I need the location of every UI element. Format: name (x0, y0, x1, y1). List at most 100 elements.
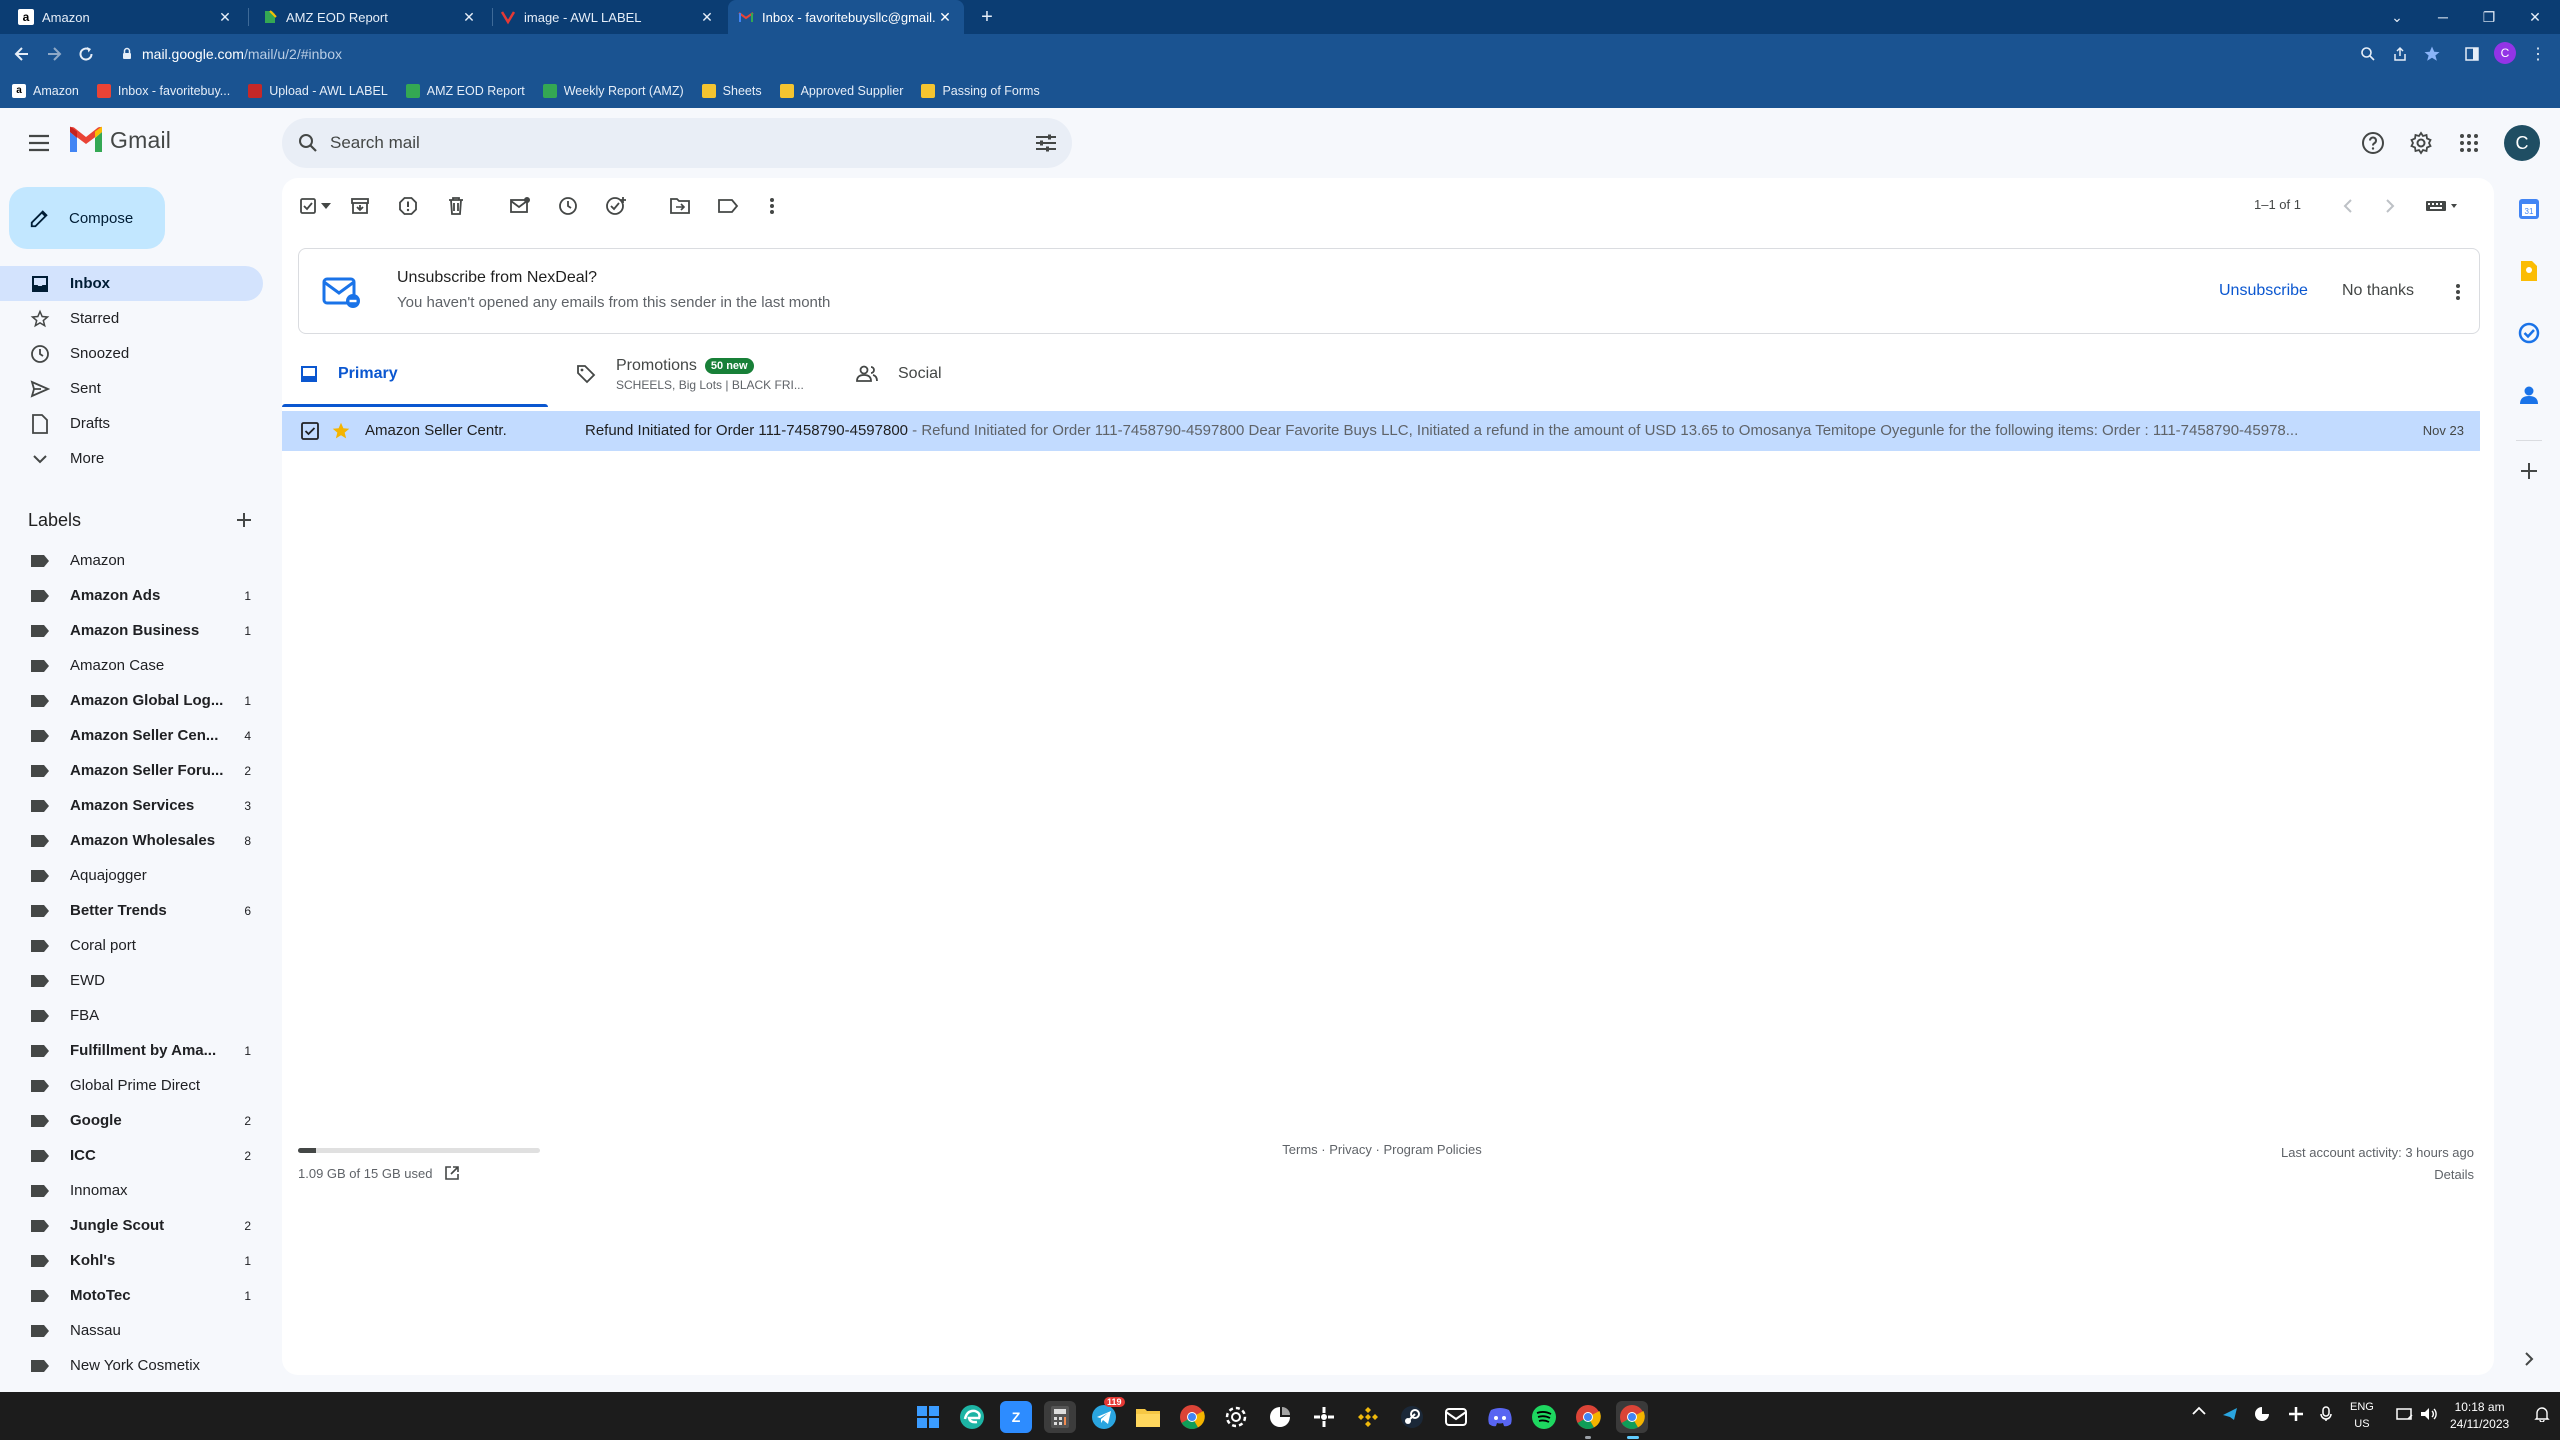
select-dropdown-icon[interactable] (318, 190, 334, 222)
steam-icon[interactable] (1396, 1401, 1428, 1433)
unsubscribe-button[interactable]: Unsubscribe (2219, 282, 2308, 300)
label-item[interactable]: FBA (0, 998, 265, 1033)
url-field[interactable]: mail.google.com/mail/u/2/#inbox (116, 39, 2456, 69)
bookmark-folder-approved-supplier[interactable]: Approved Supplier (779, 84, 903, 98)
move-to-icon[interactable] (664, 190, 696, 222)
back-icon[interactable] (8, 40, 36, 68)
input-language[interactable]: ENG US (2350, 1399, 2374, 1433)
newer-chevron-left-icon[interactable] (2332, 190, 2364, 222)
tray-app-icon[interactable] (2222, 1406, 2238, 1422)
browser-tab-eod-report[interactable]: AMZ EOD Report ✕ (252, 0, 488, 34)
label-item[interactable]: Amazon (0, 543, 265, 578)
tray-overflow-icon[interactable] (2192, 1406, 2206, 1416)
privacy-link[interactable]: Privacy (1329, 1142, 1372, 1157)
main-menu-icon[interactable] (15, 119, 63, 167)
microphone-icon[interactable] (2320, 1406, 2332, 1422)
expand-panel-icon[interactable] (2512, 1342, 2546, 1376)
chrome-icon[interactable] (1572, 1401, 1604, 1433)
label-item[interactable]: Global Prime Direct (0, 1068, 265, 1103)
support-icon[interactable] (2349, 119, 2397, 167)
browser-tab-inbox[interactable]: Inbox - favoritebuysllc@gmail.c ✕ (728, 0, 964, 34)
tasks-icon[interactable] (2512, 316, 2546, 350)
bookmark-amazon[interactable]: a Amazon (12, 84, 79, 98)
close-icon[interactable]: ✕ (460, 9, 478, 26)
nav-item-snoozed[interactable]: Snoozed (0, 336, 263, 371)
bookmark-upload-awl[interactable]: Upload - AWL LABEL (248, 84, 388, 98)
label-item[interactable]: Innomax (0, 1173, 265, 1208)
app-icon[interactable] (1440, 1401, 1472, 1433)
notification-bell-icon[interactable] (2534, 1406, 2550, 1422)
bookmark-eod-report[interactable]: AMZ EOD Report (405, 84, 525, 98)
compose-button[interactable]: Compose (9, 187, 165, 249)
new-tab-button[interactable]: + (970, 0, 1004, 34)
nav-item-inbox[interactable]: Inbox (0, 266, 263, 301)
nav-item-starred[interactable]: Starred (0, 301, 263, 336)
label-icon[interactable] (712, 190, 744, 222)
banner-more-icon[interactable] (2443, 277, 2473, 307)
reload-icon[interactable] (72, 40, 100, 68)
label-item[interactable]: Aquajogger (0, 858, 265, 893)
window-close-icon[interactable]: ✕ (2512, 0, 2558, 34)
report-spam-icon[interactable] (392, 190, 424, 222)
account-avatar[interactable]: C (2504, 125, 2540, 161)
label-item[interactable]: EWD (0, 963, 265, 998)
open-external-icon[interactable] (444, 1165, 460, 1181)
telegram-icon[interactable]: 119 (1088, 1397, 1125, 1433)
start-icon[interactable] (912, 1401, 944, 1433)
chrome-menu-icon[interactable]: ⋮ (2526, 42, 2550, 66)
profile-avatar-icon[interactable]: C (2494, 42, 2516, 64)
chrome-icon[interactable] (1616, 1401, 1648, 1433)
bookmark-weekly-report[interactable]: Weekly Report (AMZ) (542, 84, 684, 98)
close-icon[interactable]: ✕ (216, 9, 234, 26)
chrome-icon[interactable] (1176, 1401, 1208, 1433)
tab-promotions[interactable]: Promotions 50 new SCHEELS, Big Lots | BL… (576, 346, 836, 402)
tray-app-icon[interactable] (2254, 1406, 2270, 1422)
label-item[interactable]: Kohl's 1 (0, 1243, 265, 1278)
zoom-app-icon[interactable]: Z (1000, 1401, 1032, 1433)
add-to-tasks-icon[interactable] (600, 190, 632, 222)
label-item[interactable]: Nassau (0, 1313, 265, 1348)
contacts-icon[interactable] (2512, 378, 2546, 412)
binance-icon[interactable] (1352, 1401, 1384, 1433)
apps-grid-icon[interactable] (2445, 119, 2493, 167)
details-link[interactable]: Details (2281, 1164, 2474, 1186)
minimize-icon[interactable]: ─ (2420, 0, 2466, 34)
label-item[interactable]: Amazon Seller Foru... 2 (0, 753, 265, 788)
settings-icon[interactable] (1220, 1401, 1252, 1433)
label-item[interactable]: Amazon Services 3 (0, 788, 265, 823)
bookmark-folder-passing-of-forms[interactable]: Passing of Forms (921, 84, 1040, 98)
bookmark-folder-sheets[interactable]: Sheets (701, 84, 762, 98)
label-item[interactable]: ICC 2 (0, 1138, 265, 1173)
delete-icon[interactable] (440, 190, 472, 222)
restore-icon[interactable]: ❐ (2466, 0, 2512, 34)
select-all-checkbox[interactable] (296, 190, 320, 222)
snooze-icon[interactable] (552, 190, 584, 222)
tab-social[interactable]: Social (856, 346, 1076, 402)
calendar-icon[interactable]: 31 (2512, 192, 2546, 226)
discord-icon[interactable] (1484, 1401, 1516, 1433)
program-policies-link[interactable]: Program Policies (1383, 1142, 1481, 1157)
label-item[interactable]: Amazon Ads 1 (0, 578, 265, 613)
email-row[interactable]: Amazon Seller Centr. Refund Initiated fo… (282, 411, 2480, 451)
app-icon[interactable] (1264, 1401, 1296, 1433)
nav-item-sent[interactable]: Sent (0, 371, 263, 406)
file-explorer-icon[interactable] (1132, 1401, 1164, 1433)
volume-icon[interactable] (2420, 1406, 2438, 1422)
network-icon[interactable] (2396, 1406, 2414, 1422)
close-icon[interactable]: ✕ (698, 9, 716, 26)
system-clock[interactable]: 10:18 am 24/11/2023 (2450, 1399, 2509, 1433)
settings-gear-icon[interactable] (2397, 119, 2445, 167)
share-icon[interactable] (2388, 42, 2412, 66)
close-icon[interactable]: ✕ (936, 9, 954, 26)
calculator-icon[interactable] (1044, 1401, 1076, 1433)
no-thanks-button[interactable]: No thanks (2342, 282, 2414, 300)
keep-icon[interactable] (2512, 254, 2546, 288)
zoom-icon[interactable] (2356, 42, 2380, 66)
browser-tab-awl-label[interactable]: image - AWL LABEL ✕ (490, 0, 726, 34)
row-star-icon[interactable] (330, 420, 352, 442)
label-item[interactable]: MotoTec 1 (0, 1278, 265, 1313)
edge-icon[interactable] (956, 1401, 988, 1433)
label-item[interactable]: Amazon Case (0, 648, 265, 683)
forward-icon[interactable] (40, 40, 68, 68)
label-item[interactable]: Jungle Scout 2 (0, 1208, 265, 1243)
